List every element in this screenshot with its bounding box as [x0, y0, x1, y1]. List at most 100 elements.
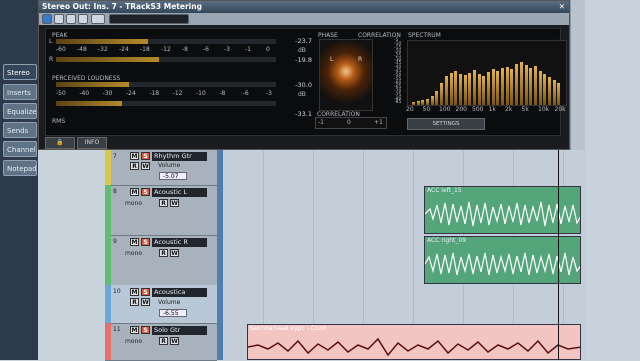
rms-value: -33.1	[295, 110, 312, 118]
write-automation-button[interactable]	[78, 14, 88, 24]
write-button[interactable]: W	[170, 337, 179, 345]
read-automation-button[interactable]	[66, 14, 76, 24]
track-name[interactable]: Acoustic L	[152, 188, 207, 197]
spectrum-bar	[444, 76, 448, 105]
track-number: 7	[113, 153, 117, 160]
inspector-inserts[interactable]: Inserts	[3, 84, 37, 100]
peak-r-fill	[56, 57, 160, 62]
arrange-window[interactable]: ACC left_15 ACC right_09 Бесплатный курс…	[223, 150, 586, 360]
spectrum-bar	[468, 72, 472, 105]
scale-tick: -12	[172, 90, 183, 97]
scale-tick: -30	[102, 90, 113, 97]
inspector-equalizers[interactable]: Equalizers	[3, 103, 37, 119]
lock-button[interactable]: 🔒	[45, 137, 75, 149]
spectrum-bar	[491, 69, 495, 105]
write-button[interactable]: W	[170, 199, 179, 207]
track-row[interactable]: 10 M S Acoustica R W Volume -6.55	[105, 285, 217, 324]
info-button[interactable]: INFO	[77, 137, 107, 149]
preset-arrow-button[interactable]	[91, 14, 105, 24]
track-color-strip	[105, 150, 111, 185]
write-button[interactable]: W	[170, 249, 179, 257]
peak-db-unit: dB	[298, 47, 306, 54]
phase-label: PHASE	[318, 32, 338, 39]
track-row[interactable]: 7 M S Rhythm Gtr R W Volume -5.07	[105, 150, 217, 186]
spectrum-bar	[458, 74, 462, 105]
power-button[interactable]	[42, 14, 52, 24]
mute-button[interactable]: M	[130, 288, 139, 296]
frequency-tick: 1k	[488, 106, 496, 113]
mute-button[interactable]: M	[130, 188, 139, 196]
plugin-window[interactable]: Stereo Out: Ins. 7 - TRackS3 Metering ✕ …	[38, 0, 570, 150]
spectrum-bar	[501, 67, 505, 105]
plugin-footer: 🔒 INFO	[45, 137, 559, 149]
read-button[interactable]: R	[159, 337, 168, 345]
read-button[interactable]: R	[159, 199, 168, 207]
spectrum-bar	[510, 69, 514, 105]
spectrum-bar	[463, 75, 467, 105]
read-button[interactable]: R	[159, 249, 168, 257]
spectrum-bar	[557, 82, 561, 105]
spectrum-bar	[426, 98, 430, 105]
db-tick: -85	[394, 100, 402, 106]
inspector-stereo[interactable]: Stereo	[3, 64, 37, 80]
track-name[interactable]: Rhythm Gtr	[152, 152, 207, 161]
track-mode: mono	[125, 338, 142, 345]
spectrum-bar	[533, 65, 537, 105]
spectrum-bar	[487, 72, 490, 105]
vertical-scrollbar[interactable]	[570, 0, 585, 150]
settings-button[interactable]: SETTINGS	[407, 118, 485, 130]
mute-button[interactable]: M	[130, 238, 139, 246]
preset-field[interactable]	[109, 14, 189, 24]
volume-field[interactable]: -5.07	[159, 172, 187, 180]
solo-button[interactable]: S	[141, 288, 150, 296]
scale-tick: -12	[161, 46, 171, 53]
peak-r-value: -19.8	[295, 56, 312, 64]
solo-button[interactable]: S	[141, 326, 150, 334]
read-button[interactable]: R	[130, 298, 139, 306]
frequency-tick: 100	[439, 106, 451, 113]
scale-tick: -24	[126, 90, 136, 97]
clip-name: ACC right_09	[427, 237, 467, 244]
close-icon[interactable]: ✕	[559, 1, 565, 13]
loudness-db-unit: dB	[298, 91, 306, 98]
track-name[interactable]: Acoustica	[152, 288, 207, 297]
write-button[interactable]: W	[141, 298, 150, 306]
spectrum-bar	[538, 70, 542, 105]
bypass-button[interactable]	[54, 14, 64, 24]
solo-button[interactable]: S	[141, 152, 150, 160]
track-row[interactable]: 9 M S Acoustic R mono R W	[105, 235, 217, 286]
volume-field[interactable]: -6.55	[159, 309, 187, 317]
frequency-tick: 20	[406, 106, 414, 113]
mute-button[interactable]: M	[130, 326, 139, 334]
loudness-value: -30.0	[295, 81, 312, 89]
spectrum-bar	[496, 70, 500, 105]
inspector-notepad[interactable]: Notepad	[3, 160, 37, 176]
plugin-titlebar[interactable]: Stereo Out: Ins. 7 - TRackS3 Metering ✕	[39, 1, 569, 13]
spectrum-bar	[547, 77, 551, 105]
frequency-tick: 5k	[521, 106, 529, 113]
track-color-strip	[105, 235, 111, 285]
track-number: 11	[113, 326, 121, 333]
track-name[interactable]: Acoustic R	[152, 238, 207, 247]
read-button[interactable]: R	[130, 162, 139, 170]
peak-scale: -60 -48 -32 -24 -18 -12 -8 -6 -3 -1 0	[56, 46, 276, 54]
scale-tick: -18	[149, 90, 160, 97]
spectrum-bar	[430, 96, 434, 105]
audio-clip[interactable]: Бесплатный курс - Соло	[247, 324, 581, 360]
track-name[interactable]: Solo Gtr	[152, 326, 207, 335]
inspector-sends[interactable]: Sends	[3, 122, 37, 138]
track-row[interactable]: 11 M S Solo Gtr mono R W	[105, 323, 217, 361]
track-color-strip	[105, 323, 111, 360]
inspector-channel[interactable]: Channel	[3, 141, 37, 157]
solo-button[interactable]: S	[141, 238, 150, 246]
solo-button[interactable]: S	[141, 188, 150, 196]
mute-button[interactable]: M	[130, 152, 139, 160]
write-button[interactable]: W	[141, 162, 150, 170]
waveform	[425, 201, 580, 227]
correlation-mid: 0	[347, 119, 351, 126]
scale-tick: -3	[266, 90, 272, 97]
phase-scope: L R	[319, 39, 373, 111]
spectrum-bar	[454, 70, 458, 105]
frequency-tick: 50	[422, 106, 431, 113]
track-row[interactable]: 8 M S Acoustic L mono R W	[105, 185, 217, 236]
